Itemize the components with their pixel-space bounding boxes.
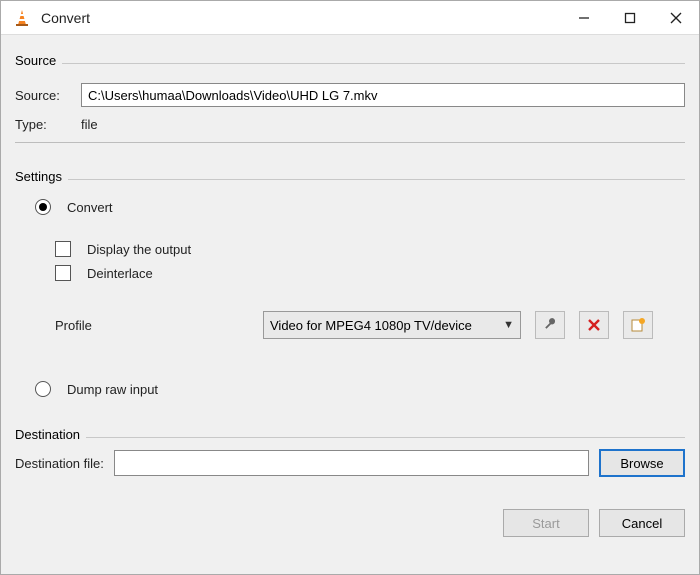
dump-raw-radio[interactable]: [35, 381, 51, 397]
maximize-button[interactable]: [607, 1, 653, 35]
wrench-icon: [542, 317, 558, 333]
settings-group-header: Settings: [15, 169, 685, 184]
minimize-button[interactable]: [561, 1, 607, 35]
destination-file-input[interactable]: [114, 450, 589, 476]
deinterlace-row[interactable]: Deinterlace: [15, 265, 685, 281]
display-output-checkbox[interactable]: [55, 241, 71, 257]
settings-group-label: Settings: [15, 169, 68, 184]
chevron-down-icon: ▼: [503, 319, 514, 331]
deinterlace-checkbox[interactable]: [55, 265, 71, 281]
edit-profile-button[interactable]: [535, 311, 565, 339]
destination-file-label: Destination file:: [15, 456, 104, 471]
deinterlace-label: Deinterlace: [87, 266, 153, 281]
destination-group-header: Destination: [15, 427, 685, 442]
profile-select-value: Video for MPEG4 1080p TV/device: [270, 318, 472, 333]
source-group-label: Source: [15, 53, 62, 68]
source-label: Source:: [15, 88, 73, 103]
dialog-footer: Start Cancel: [1, 495, 699, 551]
delete-profile-button[interactable]: [579, 311, 609, 339]
profile-select[interactable]: Video for MPEG4 1080p TV/device ▼: [263, 311, 521, 339]
display-output-label: Display the output: [87, 242, 191, 257]
start-button[interactable]: Start: [503, 509, 589, 537]
titlebar: Convert: [1, 1, 699, 35]
new-profile-icon: [630, 317, 646, 333]
source-group-header: Source: [15, 53, 685, 68]
display-output-row[interactable]: Display the output: [15, 241, 685, 257]
type-label: Type:: [15, 117, 73, 132]
dump-raw-radio-row[interactable]: Dump raw input: [15, 381, 685, 397]
type-value: file: [81, 117, 98, 132]
convert-radio-row[interactable]: Convert: [15, 199, 685, 215]
window-title: Convert: [41, 10, 90, 26]
convert-radio-label: Convert: [67, 200, 113, 215]
close-button[interactable]: [653, 1, 699, 35]
convert-radio[interactable]: [35, 199, 51, 215]
source-divider: [15, 142, 685, 143]
destination-group-label: Destination: [15, 427, 86, 442]
dump-raw-label: Dump raw input: [67, 382, 158, 397]
profile-label: Profile: [55, 318, 255, 333]
cancel-button[interactable]: Cancel: [599, 509, 685, 537]
browse-button[interactable]: Browse: [599, 449, 685, 477]
delete-x-icon: [587, 318, 601, 332]
source-input[interactable]: [81, 83, 685, 107]
new-profile-button[interactable]: [623, 311, 653, 339]
vlc-cone-icon: [11, 7, 33, 29]
